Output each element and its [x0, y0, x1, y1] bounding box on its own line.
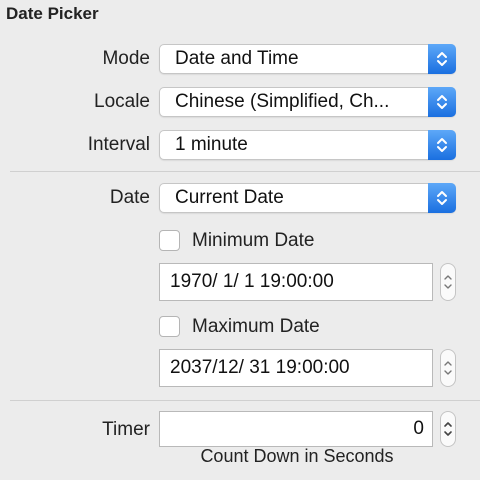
interval-popup[interactable]: 1 minute [159, 130, 456, 160]
minimum-date-field[interactable]: 1970/ 1/ 1 19:00:00 [159, 263, 433, 301]
locale-value: Chinese (Simplified, Ch... [175, 91, 390, 112]
up-down-chevron-icon [428, 87, 456, 117]
maximum-date-value: 2037/12/ 31 19:00:00 [170, 357, 350, 378]
stepper-arrows-icon [444, 422, 452, 436]
maximum-date-label: Maximum Date [192, 316, 320, 337]
maximum-date-row: Maximum Date [159, 313, 459, 341]
mode-popup[interactable]: Date and Time [159, 44, 456, 74]
minimum-date-checkbox[interactable] [159, 230, 180, 251]
section-title: Date Picker [6, 4, 99, 23]
date-row: Date Current Date [0, 182, 480, 214]
minimum-date-row: Minimum Date [159, 227, 459, 255]
interval-value: 1 minute [175, 134, 248, 155]
date-value: Current Date [175, 187, 284, 208]
locale-label: Locale [94, 91, 150, 112]
minimum-date-stepper[interactable] [440, 263, 456, 301]
up-down-chevron-icon [428, 130, 456, 160]
up-down-chevron-icon [428, 44, 456, 74]
up-down-chevron-icon [428, 183, 456, 213]
stepper-arrows-icon [444, 361, 452, 375]
date-popup[interactable]: Current Date [159, 183, 456, 213]
locale-row: Locale Chinese (Simplified, Ch... [0, 86, 480, 118]
maximum-date-field[interactable]: 2037/12/ 31 19:00:00 [159, 349, 433, 387]
interval-label: Interval [87, 134, 150, 155]
mode-value: Date and Time [175, 48, 299, 69]
divider [10, 171, 480, 172]
minimum-date-label: Minimum Date [192, 230, 315, 251]
date-label: Date [109, 187, 150, 208]
maximum-date-checkbox[interactable] [159, 316, 180, 337]
divider [10, 400, 480, 401]
timer-field[interactable]: 0 [159, 411, 433, 447]
locale-popup[interactable]: Chinese (Simplified, Ch... [159, 87, 456, 117]
minimum-date-value: 1970/ 1/ 1 19:00:00 [170, 271, 334, 292]
timer-label: Timer [102, 419, 150, 440]
timer-value: 0 [413, 418, 424, 439]
mode-label: Mode [102, 48, 150, 69]
timer-caption: Count Down in Seconds [200, 446, 394, 466]
stepper-arrows-icon [444, 275, 452, 289]
mode-row: Mode Date and Time [0, 43, 480, 75]
maximum-date-stepper[interactable] [440, 349, 456, 387]
interval-row: Interval 1 minute [0, 129, 480, 161]
timer-stepper[interactable] [440, 411, 456, 447]
